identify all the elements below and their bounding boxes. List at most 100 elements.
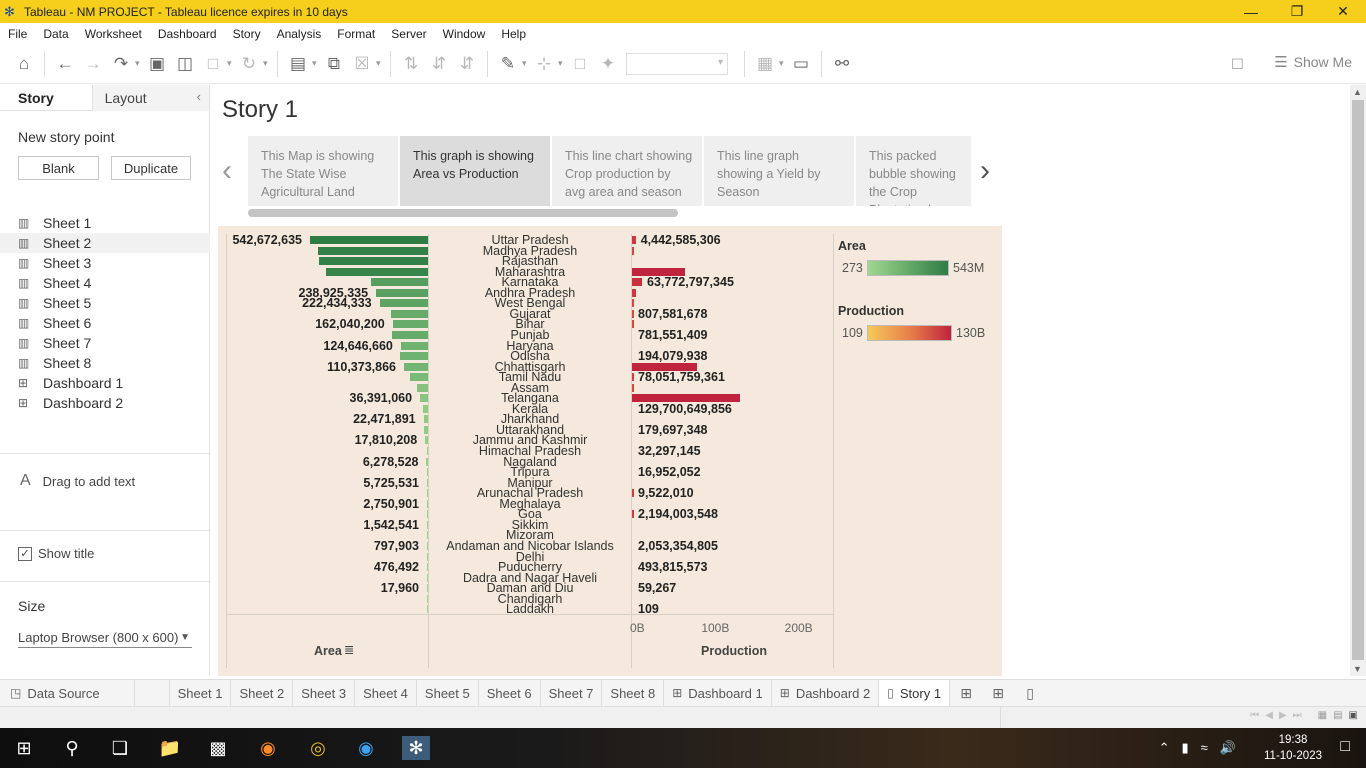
area-bar[interactable] [417,383,428,392]
sheet-list-item[interactable]: ▥ Sheet 3 [18,253,208,273]
production-bar[interactable] [632,383,634,392]
show-me-button[interactable]: ☰ Show Me [1274,53,1352,71]
story-point-5[interactable]: This packed bubble showing the Crop Plan… [856,136,971,206]
tab-dashboard-1[interactable]: ⊞ Dashboard 1 [664,680,772,706]
new-dashboard-tab-icon[interactable]: ⊞ [982,680,1014,706]
production-bar[interactable] [632,236,636,244]
chevron-down-icon[interactable]: ▾ [312,58,320,69]
sheet-list-item[interactable]: ▥ Sheet 8 [18,353,208,373]
story-point-1[interactable]: This Map is showing The State Wise Agric… [248,136,398,206]
size-select[interactable]: Laptop Browser (800 x 600) ▼ [18,628,192,648]
tab-sheet-1[interactable]: Sheet 1 [168,680,232,706]
tab-data-source[interactable]: ◳ Data Source [0,680,135,706]
menu-help[interactable]: Help [493,27,534,41]
area-bar[interactable] [426,457,428,466]
show-title-checkbox[interactable]: ✓ Show title [18,546,94,561]
chevron-down-icon[interactable]: ▾ [558,58,566,69]
production-bar[interactable] [632,309,634,318]
sort-icon[interactable]: ≣ [344,642,354,657]
chevron-down-icon[interactable]: ▾ [135,58,143,69]
area-bar[interactable] [426,447,428,455]
chevron-down-icon[interactable]: ▾ [263,58,271,69]
sheet-list-item[interactable]: ▥ Sheet 2 [0,233,210,253]
windows-start-icon[interactable]: ⊞ [12,736,36,760]
production-bar[interactable] [632,489,634,498]
area-axis-title[interactable]: Area [314,644,342,658]
tab-dashboard-2[interactable]: ⊞ Dashboard 2 [772,680,880,706]
filmstrip-icon[interactable]: ▤ [1333,710,1342,721]
area-bar[interactable] [427,541,428,550]
production-bar[interactable] [632,510,634,519]
tab-sheet-8[interactable]: Sheet 8 [602,680,665,706]
drag-text-object[interactable]: A Drag to add text [20,472,135,490]
production-bar[interactable] [632,278,642,287]
sheet-list-item[interactable]: ⊞ Dashboard 2 [18,393,208,413]
share-icon[interactable]: ⚯ [828,50,856,78]
production-bar[interactable] [632,373,634,382]
chevron-up-icon[interactable]: ⌃ [1159,740,1170,756]
chevron-down-icon[interactable]: ▾ [376,58,384,69]
notification-icon[interactable]: □ [1340,738,1350,756]
prev-page-icon[interactable]: ◀ [1265,710,1273,721]
area-bar[interactable] [318,246,428,255]
sheet-list-item[interactable]: ▥ Sheet 1 [18,213,208,233]
area-bar[interactable] [427,552,428,561]
area-bar[interactable] [427,531,428,540]
menu-server[interactable]: Server [383,27,434,41]
area-bar[interactable] [427,594,428,603]
area-bar[interactable] [427,584,428,593]
close-button[interactable]: ✕ [1320,0,1366,23]
area-bar[interactable] [427,478,428,487]
menu-file[interactable]: File [0,27,35,41]
scrollbar-thumb[interactable] [1352,100,1364,660]
area-bar[interactable] [426,468,428,477]
menu-window[interactable]: Window [435,27,494,41]
store-icon[interactable]: ▩ [206,736,230,760]
presentation-mode-icon[interactable]: ▭ [787,50,815,78]
area-bar[interactable] [427,563,428,572]
save-icon[interactable]: ▣ [143,50,171,78]
collapse-pane-icon[interactable]: ‹ [197,89,201,104]
area-bar[interactable] [427,489,428,498]
production-bar[interactable] [632,320,634,329]
tab-sheet-2[interactable]: Sheet 2 [231,680,294,706]
menu-format[interactable]: Format [329,27,383,41]
minimize-button[interactable]: — [1228,0,1274,23]
replay-icon[interactable]: ↷ [107,50,135,78]
file-explorer-icon[interactable]: 📁 [158,736,182,760]
highlight-icon[interactable]: ✎ [494,50,522,78]
story-point-2[interactable]: This graph is showing Area vs Production [400,136,550,206]
area-bar[interactable] [400,341,428,350]
area-bar[interactable] [427,605,428,614]
scroll-up-icon[interactable]: ▲ [1353,87,1362,97]
area-bar[interactable] [424,425,428,434]
tab-story[interactable]: Story [0,85,92,111]
area-bar[interactable] [325,267,428,276]
production-bar[interactable] [632,288,636,297]
fit-select[interactable] [626,52,728,75]
area-bar[interactable] [409,373,428,382]
area-bar[interactable] [379,299,428,308]
production-bar[interactable] [632,299,634,308]
story-point-3[interactable]: This line chart showing Crop production … [552,136,702,206]
tab-sheet-4[interactable]: Sheet 4 [355,680,417,706]
task-view-icon[interactable]: ❏ [108,736,132,760]
menu-worksheet[interactable]: Worksheet [77,27,150,41]
home-icon[interactable]: ⌂ [10,50,38,78]
menu-data[interactable]: Data [35,27,76,41]
firefox-icon[interactable]: ◉ [256,736,280,760]
production-bar[interactable] [632,246,634,255]
area-bar[interactable] [423,415,428,424]
chevron-down-icon[interactable]: ▾ [522,58,530,69]
previous-point-icon[interactable]: ‹ [222,154,232,188]
checkmark-icon[interactable]: ✓ [18,546,32,561]
swap-icon[interactable]: ⇅ [397,50,425,78]
clear-sheet-icon[interactable]: ☒ [348,50,376,78]
production-axis-title[interactable]: Production [701,644,767,658]
volume-icon[interactable]: 🔊 [1220,740,1236,756]
area-bar[interactable] [376,288,428,297]
area-bar[interactable] [423,404,428,413]
tab-layout[interactable]: Layout [91,85,209,111]
scroll-down-icon[interactable]: ▼ [1353,664,1362,674]
tab-sheet-7[interactable]: Sheet 7 [541,680,603,706]
